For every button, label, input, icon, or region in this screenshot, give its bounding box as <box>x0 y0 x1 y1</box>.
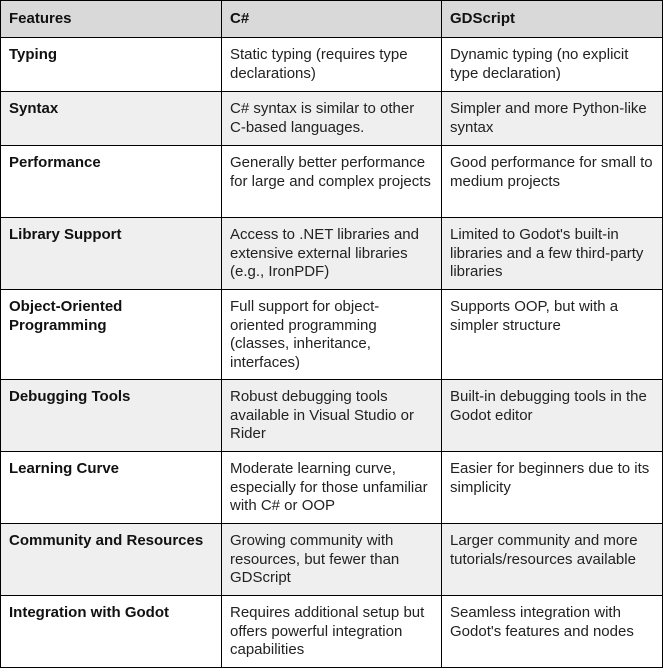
gdscript-cell: Supports OOP, but with a simpler structu… <box>441 289 663 380</box>
feature-cell: Learning Curve <box>0 451 222 524</box>
feature-cell: Library Support <box>0 217 222 290</box>
feature-cell: Syntax <box>0 91 222 146</box>
table-row: Debugging Tools Robust debugging tools av… <box>0 379 663 452</box>
feature-cell: Performance <box>0 145 222 218</box>
gdscript-cell: Seamless integration with Godot's featur… <box>441 595 663 668</box>
gdscript-cell: Dynamic typing (no explicit type declara… <box>441 37 663 92</box>
csharp-cell: Robust debugging tools available in Visu… <box>221 379 442 452</box>
header-features: Features <box>0 0 222 38</box>
csharp-cell: Moderate learning curve, especially for … <box>221 451 442 524</box>
gdscript-cell: Built-in debugging tools in the Godot ed… <box>441 379 663 452</box>
table-row: Integration with Godot Requires additiona… <box>0 595 663 668</box>
gdscript-cell: Simpler and more Python-like syntax <box>441 91 663 146</box>
gdscript-cell: Good performance for small to medium pro… <box>441 145 663 218</box>
csharp-cell: C# syntax is similar to other C-based la… <box>221 91 442 146</box>
table-row: Object-Oriented Programming Full support … <box>0 289 663 380</box>
header-gdscript: GDScript <box>441 0 663 38</box>
header-row: Features C# GDScript <box>0 0 663 38</box>
table-row: Learning Curve Moderate learning curve, e… <box>0 451 663 524</box>
csharp-cell: Generally better performance for large a… <box>221 145 442 218</box>
table-row: Typing Static typing (requires type decla… <box>0 37 663 92</box>
csharp-cell: Growing community with resources, but fe… <box>221 523 442 596</box>
feature-cell: Community and Resources <box>0 523 222 596</box>
header-csharp: C# <box>221 0 442 38</box>
feature-cell: Debugging Tools <box>0 379 222 452</box>
csharp-cell: Full support for object-oriented program… <box>221 289 442 380</box>
comparison-table: Features C# GDScript Typing Static typing… <box>0 0 663 668</box>
gdscript-cell: Limited to Godot's built-in libraries an… <box>441 217 663 290</box>
gdscript-cell: Larger community and more tutorials/reso… <box>441 523 663 596</box>
csharp-cell: Access to .NET libraries and extensive e… <box>221 217 442 290</box>
table-row: Community and Resources Growing community… <box>0 523 663 596</box>
table-row: Performance Generally better performance … <box>0 145 663 218</box>
csharp-cell: Requires additional setup but offers pow… <box>221 595 442 668</box>
gdscript-cell: Easier for beginners due to its simplici… <box>441 451 663 524</box>
csharp-cell: Static typing (requires type declaration… <box>221 37 442 92</box>
table-row: Library Support Access to .NET libraries … <box>0 217 663 290</box>
feature-cell: Integration with Godot <box>0 595 222 668</box>
feature-cell: Object-Oriented Programming <box>0 289 222 380</box>
feature-cell: Typing <box>0 37 222 92</box>
table-row: Syntax C# syntax is similar to other C-ba… <box>0 91 663 146</box>
